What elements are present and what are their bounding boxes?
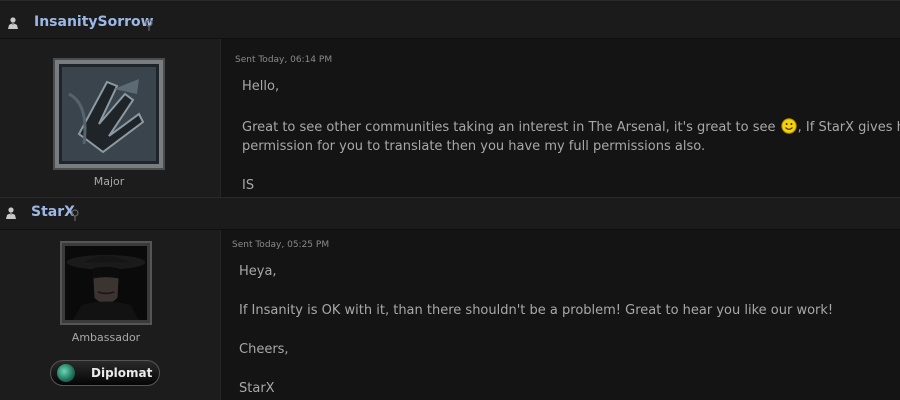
member-rank: Major	[93, 175, 125, 188]
user-silhouette-icon	[4, 205, 18, 219]
globe-icon	[57, 364, 75, 382]
message-line: Cheers,	[239, 342, 289, 357]
avatar[interactable]	[53, 58, 165, 170]
post-header: StarX	[0, 197, 900, 230]
author-username-link[interactable]: InsanitySorrow	[34, 14, 154, 30]
user-silhouette-icon	[6, 15, 20, 29]
message-text: Great to see other communities taking an…	[242, 120, 776, 135]
message-line: Great to see other communities taking an…	[242, 118, 900, 135]
location-pin-icon	[145, 16, 153, 31]
badge-label: Diplomat	[91, 366, 153, 380]
smiley-emoticon-icon	[780, 118, 797, 134]
location-pin-icon	[71, 206, 79, 221]
author-column: Major	[0, 39, 221, 197]
message-content: Sent Today, 05:25 PM Heya, If Insanity i…	[221, 230, 900, 400]
message-post: InsanitySorrow Major Sent Today, 06:14 P…	[0, 0, 900, 197]
avatar-image	[65, 246, 147, 320]
avatar-image	[56, 61, 162, 167]
message-line: If Insanity is OK with it, than there sh…	[239, 303, 834, 318]
message-text: , If StarX gives his	[797, 120, 900, 135]
message-line: IS	[242, 178, 255, 193]
post-header: InsanitySorrow	[0, 0, 900, 39]
avatar[interactable]	[60, 241, 152, 325]
sent-timestamp: Sent Today, 05:25 PM	[232, 240, 330, 250]
sent-timestamp: Sent Today, 06:14 PM	[235, 55, 333, 65]
message-line: Heya,	[239, 264, 277, 279]
author-username-link[interactable]: StarX	[31, 204, 75, 220]
message-line: permission for you to translate then you…	[242, 139, 706, 154]
message-line: Hello,	[242, 79, 280, 94]
message-post: StarX Ambassador Diplomat Sent Today, 05…	[0, 197, 900, 400]
message-content: Sent Today, 06:14 PM Hello, Great to see…	[221, 39, 900, 197]
message-line: StarX	[239, 381, 275, 396]
diplomat-badge: Diplomat	[50, 360, 160, 386]
member-rank: Ambassador	[71, 331, 141, 344]
author-column: Ambassador Diplomat	[0, 230, 221, 400]
